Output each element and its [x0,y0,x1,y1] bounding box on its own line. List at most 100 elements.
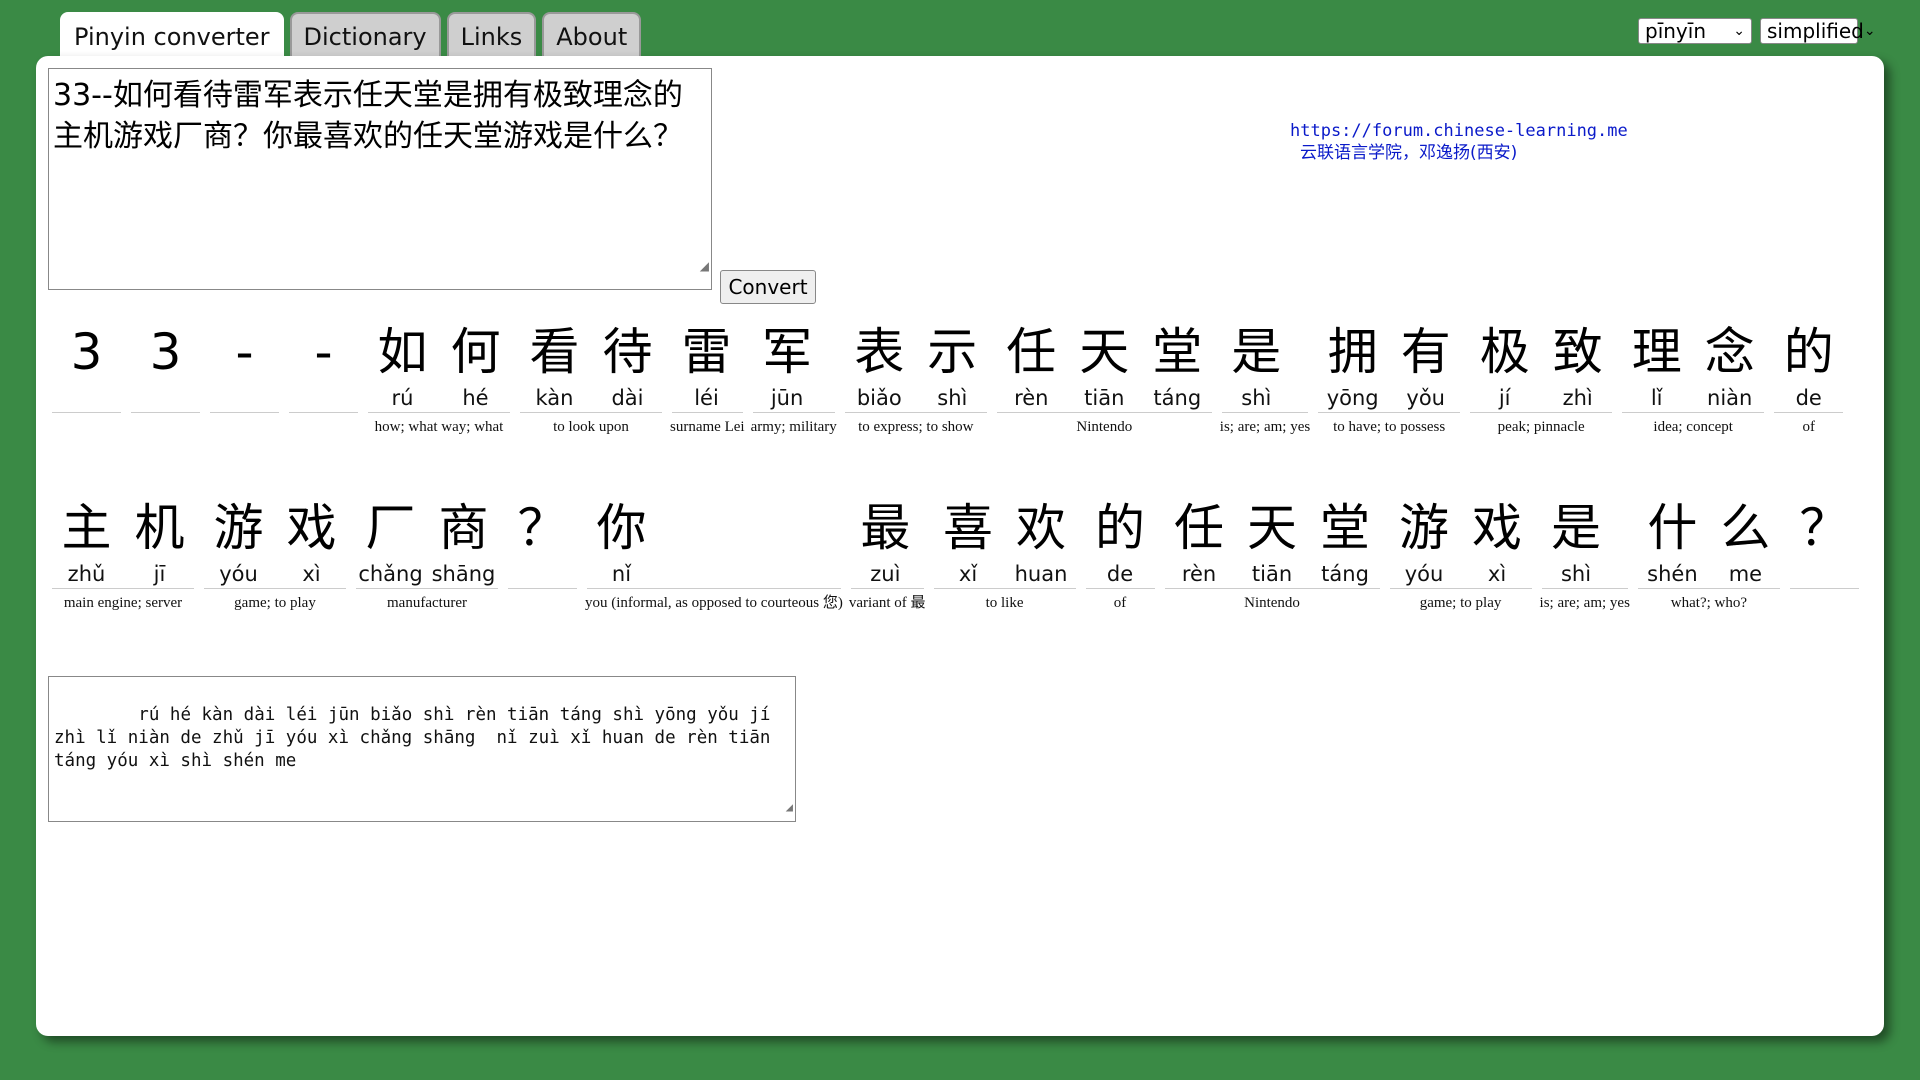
hanzi-char: 任 [1174,499,1225,557]
pinyin-syllable: de [1106,562,1134,586]
word-block[interactable]: 表 biǎo 示 shì to express; to show [843,320,989,437]
word-block[interactable]: 是 shì is; are; am; yes [1220,320,1310,437]
syllable: 极 jí [1468,320,1541,412]
syllable: 有 yǒu [1389,320,1462,412]
hanzi-char: 戏 [1472,499,1523,557]
syllable: 机 jī [123,496,196,588]
word-block[interactable]: 看 kàn 待 dài to look upon [518,320,664,437]
syllable: 示 shì [916,320,989,412]
word-block[interactable]: 任 rèn 天 tiān 堂 táng Nintendo [1163,496,1382,613]
word-block[interactable]: 游 yóu 戏 xì game; to play [202,496,348,613]
word-block[interactable]: 任 rèn 天 tiān 堂 táng Nintendo [995,320,1214,437]
word-block[interactable]: - [208,320,281,437]
hanzi-char: 的 [1783,323,1834,381]
resize-handle-icon[interactable]: ◢ [700,246,709,287]
syllable: 3 [129,320,202,412]
hanzi-char: 是 [1231,323,1282,381]
word-block[interactable]: 3 [50,320,123,437]
word-gloss: Nintendo [1076,419,1133,435]
pinyin-output[interactable]: rú hé kàn dài léi jūn biǎo shì rèn tiān … [48,676,796,822]
word-block[interactable]: 最 zuì variant of 最 [849,496,926,613]
script-select[interactable]: simplified ⌄ [1760,18,1876,44]
tab-about[interactable]: About [542,12,642,59]
word-block[interactable]: 3 [129,320,202,437]
word-gloss [506,589,579,593]
word-block[interactable]: 拥 yōng 有 yǒu to have; to possess [1316,320,1462,437]
word-block[interactable]: 军 jūn army; military [751,320,837,437]
syllable-group: 极 jí 致 zhì [1468,320,1614,412]
word-gloss: army; military [750,419,837,435]
hanzi-char: 拥 [1327,323,1378,381]
word-gloss: main engine; server [63,595,183,611]
pinyin-syllable: nǐ [611,562,632,586]
pinyin-syllable: rèn [1181,562,1217,586]
syllable-group: 军 jūn [751,320,837,412]
hanzi-char: 军 [762,323,813,381]
word-gloss [50,413,123,417]
resize-handle-icon[interactable]: ◢ [786,796,793,819]
tab-dictionary[interactable]: Dictionary [289,12,441,59]
syllable: 游 yóu [202,496,275,588]
pinyin-syllable: kàn [535,386,574,410]
word-block[interactable]: 极 jí 致 zhì peak; pinnacle [1468,320,1614,437]
hanzi-char: 堂 [1320,499,1371,557]
pinyin-syllable: tiān [1084,386,1125,410]
word-block[interactable]: 是 shì is; are; am; yes [1540,496,1630,613]
credit-url[interactable]: https://forum.chinese-learning.me [1290,120,1628,142]
syllable-group: 3 [50,320,123,412]
hanzi-char: 3 [70,323,103,381]
word-block[interactable]: 如 rú 何 hé how; what way; what [366,320,512,437]
syllable: 的 de [1084,496,1157,588]
pinyin-syllable [50,384,123,412]
word-gloss: what?; who? [1670,595,1748,611]
hanzi-char: 的 [1095,499,1146,557]
chevron-down-icon: ⌄ [1733,23,1745,39]
romanization-select-value: pīnyīn [1645,19,1706,43]
hanzi-char: 致 [1552,323,1603,381]
syllable-group: 喜 xǐ 欢 huan [932,496,1078,588]
word-block[interactable]: 什 shén 么 me what?; who? [1636,496,1782,613]
word-block[interactable]: 理 lǐ 念 niàn idea; concept [1620,320,1766,437]
chinese-input[interactable]: 33--如何看待雷军表示任天堂是拥有极致理念的主机游戏厂商？你最喜欢的任天堂游戏… [48,68,712,290]
syllable-group: 任 rèn 天 tiān 堂 táng [995,320,1214,412]
pinyin-syllable: rèn [1014,386,1049,410]
syllable: 天 tiān [1068,320,1141,412]
syllable: 游 yóu [1388,496,1461,588]
hanzi-char: 天 [1079,323,1130,381]
word-block[interactable]: 游 yóu 戏 xì game; to play [1388,496,1534,613]
hanzi-char: 何 [450,323,501,381]
hanzi-char: 你 [596,499,647,557]
tab-links[interactable]: Links [446,12,537,59]
syllable: 雷 léi [670,320,743,412]
pinyin-syllable: dài [611,386,644,410]
hanzi-char: 什 [1647,499,1698,557]
word-block[interactable]: 主 zhǔ 机 jī main engine; server [50,496,196,613]
word-block[interactable]: - [287,320,360,437]
pinyin-syllable: zhì [1562,386,1593,410]
word-block[interactable]: ？ [1788,496,1861,613]
word-block[interactable]: 的 de of [1084,496,1157,613]
word-block[interactable]: 喜 xǐ 欢 huan to like [932,496,1078,613]
word-block[interactable]: 你 nǐ you (informal, as opposed to courteou… [585,496,843,613]
hanzi-char: 待 [602,323,653,381]
syllable: ？ [1788,496,1861,588]
hanzi-char: 任 [1006,323,1057,381]
syllable: 任 rèn [1163,496,1236,588]
word-block[interactable]: 的 de of [1772,320,1845,437]
word-block[interactable]: ？ [506,496,579,613]
word-gloss: to have; to possess [1333,419,1446,435]
syllable-group: ？ [1788,496,1861,588]
syllable: 戏 xì [275,496,348,588]
word-block[interactable]: 雷 léi surname Lei [670,320,745,437]
pinyin-syllable: táng [1153,386,1202,410]
syllable-group: 表 biǎo 示 shì [843,320,989,412]
annotation-row-1: 3 3- - 如 rú 何 hé how; what way; what 看 kàn 待 dài to … [50,320,1851,437]
word-block[interactable]: 厂 chǎng 商 shāng manufacturer [354,496,500,613]
syllable: 军 jūn [751,320,824,412]
convert-button[interactable]: Convert [720,270,816,304]
hanzi-char: 念 [1704,323,1755,381]
romanization-select[interactable]: pīnyīn ⌄ [1638,18,1752,44]
word-gloss: is; are; am; yes [1539,595,1630,611]
pinyin-syllable: táng [1321,562,1369,586]
syllable: 么 me [1709,496,1782,588]
